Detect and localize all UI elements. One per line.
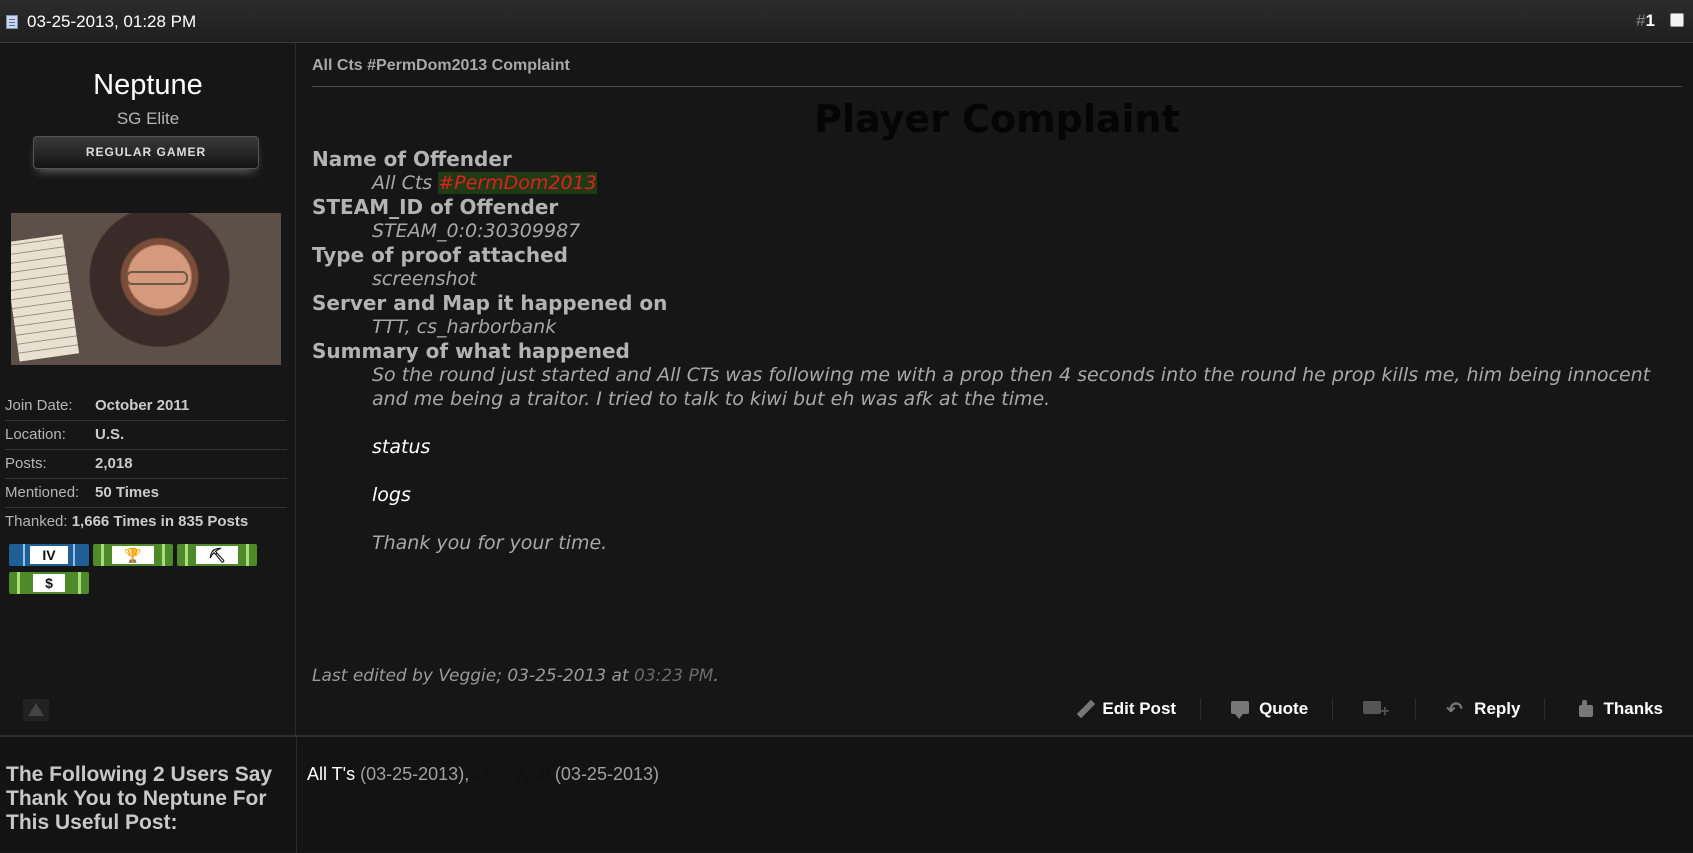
logs-link[interactable]: logs <box>312 483 1672 507</box>
stat-label: Posts: <box>5 455 47 472</box>
steam-id-value: STEAM_0:0:30309987 <box>372 220 581 242</box>
post-body: Name of Offender All Cts #PermDom2013 ST… <box>312 147 1672 555</box>
thanks-date: (03-25-2013), <box>355 764 475 784</box>
post-number[interactable]: #1 <box>1636 11 1655 31</box>
stat-label: Thanked: <box>5 513 68 530</box>
avatar-glasses <box>126 271 188 285</box>
user-title: SG Elite <box>116 109 180 128</box>
thanks-user-link[interactable]: All T's <box>307 764 355 784</box>
rank-badge: REGULAR GAMER <box>33 136 259 169</box>
post-header-bar: 03-25-2013, 01:28 PM #1 <box>0 0 1693 43</box>
reply-button[interactable]: Reply <box>1446 697 1521 722</box>
quote-icon <box>1231 700 1251 719</box>
multi-quote-icon <box>1363 700 1390 721</box>
post-title: All Cts #PermDom2013 Complaint <box>312 57 1682 87</box>
stat-label: Mentioned: <box>5 484 80 501</box>
stat-location: Location: U.S. <box>5 421 287 450</box>
award-ribbon-pickaxe[interactable]: ⛏ <box>177 544 257 566</box>
status-link[interactable]: status <box>312 435 1672 459</box>
post-number-value[interactable]: 1 <box>1646 11 1655 30</box>
quote-button[interactable]: Quote <box>1231 699 1308 719</box>
stat-join-date: Join Date: October 2011 <box>5 392 287 421</box>
pencil-icon <box>1074 700 1094 718</box>
offender-hashtag: #PermDom2013 <box>438 172 597 194</box>
user-info-panel: Neptune SG Elite REGULAR GAMER Join Date… <box>0 43 296 735</box>
steam-id-label: STEAM_ID of Offender <box>312 195 559 219</box>
offender-label: Name of Offender <box>312 147 512 171</box>
stat-value: 1,666 Times in 835 Posts <box>71 513 249 530</box>
thanks-heading: The Following 2 Users Say Thank You to N… <box>6 763 273 834</box>
closing-text: Thank you for your time. <box>372 532 608 554</box>
proof-value: screenshot <box>372 268 477 290</box>
award-ribbon-dollar[interactable]: $ <box>9 572 89 594</box>
user-stats: Join Date: October 2011 Location: U.S. Pos… <box>5 392 287 537</box>
avatar-paper <box>11 234 80 362</box>
summary-label: Summary of what happened <box>312 339 630 363</box>
reply-icon <box>1446 697 1466 722</box>
thanks-user-list: All T's (03-25-2013), LoneWolf (03-25-20… <box>307 764 659 785</box>
complaint-heading: Player Complaint <box>814 97 1180 141</box>
last-edited-note: Last edited by Veggie; 03-25-2013 at 03:… <box>312 666 719 686</box>
award-ribbons: IV 🏆 ⛏ $ <box>9 544 279 600</box>
proof-label: Type of proof attached <box>312 243 568 267</box>
stat-mentioned: Mentioned: 50 Times <box>5 479 287 508</box>
post-content: All Cts #PermDom2013 Complaint Player Co… <box>296 43 1693 735</box>
dollar-icon: $ <box>33 574 65 592</box>
summary-value: So the round just started and All CTs wa… <box>372 364 1651 410</box>
post-icon <box>6 15 18 29</box>
username[interactable]: Neptune <box>0 69 296 102</box>
award-ribbon-trophy[interactable]: 🏆 <box>93 544 173 566</box>
quote-label: Quote <box>1259 699 1309 718</box>
edit-post-button[interactable]: Edit Post <box>1074 699 1176 719</box>
report-post-icon[interactable] <box>23 699 49 721</box>
server-label: Server and Map it happened on <box>312 291 668 315</box>
offender-name: All Cts <box>372 172 439 194</box>
offender-value: All Cts #PermDom2013 <box>312 171 1672 195</box>
stat-thanked: Thanked: 1,666 Times in 835 Posts <box>5 508 287 537</box>
pickaxe-icon: ⛏ <box>196 546 238 564</box>
stat-value[interactable]: 50 Times <box>95 479 159 507</box>
edited-suffix: . <box>713 666 719 686</box>
post-actions: Edit Post Quote Reply Thanks <box>1044 697 1663 722</box>
trophy-icon: 🏆 <box>112 546 154 564</box>
thanks-button[interactable]: Thanks <box>1575 699 1663 719</box>
post-date: 03-25-2013, 01:28 PM <box>27 12 197 31</box>
edited-prefix: Last edited by Veggie; 03-25-2013 at <box>312 666 635 686</box>
stat-value: U.S. <box>95 426 125 443</box>
multi-quote-button[interactable] <box>1363 700 1391 721</box>
award-text: IV <box>30 546 68 564</box>
select-post-checkbox[interactable] <box>1670 13 1684 27</box>
edit-post-label: Edit Post <box>1102 699 1177 718</box>
server-value: TTT, cs_harborbank <box>372 316 557 338</box>
avatar[interactable] <box>11 213 281 365</box>
thanks-date: (03-25-2013) <box>549 764 659 784</box>
stat-posts: Posts: 2,018 <box>5 450 287 479</box>
stat-value: October 2011 <box>95 397 190 414</box>
edited-time: 03:23 PM <box>634 666 714 686</box>
thumbs-up-icon <box>1575 700 1595 718</box>
thanks-label: Thanks <box>1603 699 1663 718</box>
thanks-section: The Following 2 Users Say Thank You to N… <box>0 735 1693 853</box>
stat-label: Location: <box>5 426 66 443</box>
thanks-user-link[interactable]: LoneWolf <box>474 764 550 784</box>
award-ribbon-iv[interactable]: IV <box>9 544 89 566</box>
post-number-prefix: # <box>1636 11 1646 30</box>
reply-label: Reply <box>1474 699 1521 718</box>
stat-value: 2,018 <box>95 455 133 472</box>
stat-label: Join Date: <box>5 397 73 414</box>
